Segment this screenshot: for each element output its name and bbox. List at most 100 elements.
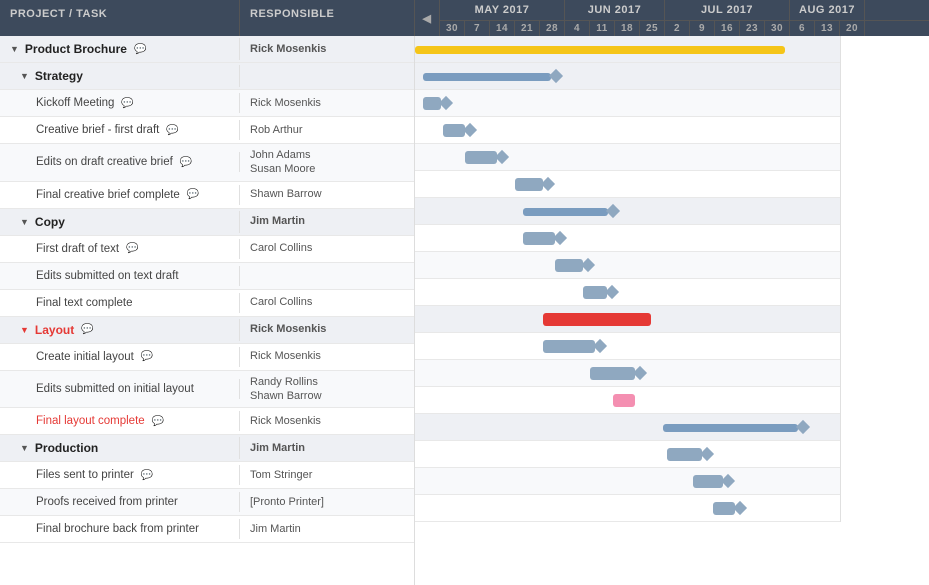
task-responsible: Rick Mosenkis [240, 345, 415, 367]
gantt-bar[interactable] [583, 286, 607, 299]
comment-icon[interactable]: 💬 [166, 125, 178, 136]
responsible-header: RESPONSIBLE [240, 0, 415, 36]
collapse-triangle-icon[interactable]: ▼ [20, 325, 29, 335]
gantt-bar[interactable] [555, 259, 583, 272]
task-row: ▼ Copy Jim Martin [0, 209, 414, 236]
task-responsible: Carol Collins [240, 291, 415, 313]
task-name: Production [35, 441, 98, 455]
task-name-cell: ▼ Layout 💬 [0, 319, 240, 341]
comment-icon[interactable]: 💬 [141, 351, 153, 362]
milestone-diamond-icon [700, 447, 714, 461]
gantt-bar[interactable] [663, 424, 798, 432]
milestone-diamond-icon [633, 366, 647, 380]
task-name: First draft of text [36, 243, 119, 255]
gantt-header: PROJECT / TASK RESPONSIBLE ◀ MAY 2017JUN… [0, 0, 929, 36]
day-cell: 4 [565, 21, 590, 36]
task-name: Strategy [35, 69, 83, 83]
gantt-bar[interactable] [667, 448, 702, 461]
comment-icon[interactable]: 💬 [180, 157, 192, 168]
milestone-diamond-icon [605, 285, 619, 299]
gantt-body: ▼ Product Brochure 💬 Rick Mosenkis ▼ Strategy… [0, 36, 929, 585]
chart-row [415, 252, 840, 279]
task-row: Final text completeCarol Collins [0, 290, 414, 317]
comment-icon[interactable]: 💬 [126, 243, 138, 254]
task-name-cell: ▼ Strategy [0, 65, 240, 87]
gantt-bar[interactable] [465, 151, 497, 164]
month-label: MAY 2017 [440, 0, 565, 20]
task-row: Edits submitted on text draft [0, 263, 414, 290]
task-row: Final brochure back from printerJim Mart… [0, 516, 414, 543]
task-name-cell: Final layout complete💬 [0, 411, 240, 431]
task-name-cell: ▼ Product Brochure 💬 [0, 38, 240, 60]
task-responsible: Shawn Barrow [240, 183, 415, 205]
responsible-header-label: RESPONSIBLE [250, 8, 334, 20]
day-cell: 2 [665, 21, 690, 36]
task-row: First draft of text 💬 Carol Collins [0, 236, 414, 263]
comment-icon[interactable]: 💬 [152, 416, 164, 427]
gantt-bar[interactable] [423, 97, 441, 110]
day-cell: 28 [540, 21, 565, 36]
task-row: Creative brief - first draft💬Rob Arthur [0, 117, 414, 144]
task-responsible: John AdamsSusan Moore [240, 144, 415, 181]
gantt-bar[interactable] [415, 46, 785, 54]
day-cell: 18 [615, 21, 640, 36]
chart-row [415, 495, 840, 522]
gantt-bar[interactable] [590, 367, 635, 380]
collapse-triangle-icon[interactable]: ▼ [20, 71, 29, 81]
day-cell: 16 [715, 21, 740, 36]
task-name-cell: Edits submitted on text draft [0, 266, 240, 286]
chart-rows [415, 36, 929, 522]
gantt-bar[interactable] [543, 340, 595, 353]
chart-row [415, 144, 840, 171]
day-cell: 25 [640, 21, 665, 36]
milestone-diamond-icon [606, 204, 620, 218]
task-row: Edits on draft creative brief💬John Adams… [0, 144, 414, 182]
task-name-cell: First draft of text 💬 [0, 239, 240, 259]
gantt-bar[interactable] [423, 73, 551, 81]
task-responsible: Jim Martin [240, 210, 415, 232]
task-name: Product Brochure [25, 42, 127, 56]
chart-row [415, 360, 840, 387]
day-cell: 7 [465, 21, 490, 36]
comment-icon[interactable]: 💬 [81, 324, 93, 335]
comment-icon[interactable]: 💬 [141, 470, 153, 481]
nav-back-button[interactable]: ◀ [415, 0, 440, 36]
task-name-cell: Final text complete [0, 293, 240, 313]
gantt-bar[interactable] [613, 394, 635, 407]
comment-icon[interactable]: 💬 [187, 189, 199, 200]
collapse-triangle-icon[interactable]: ▼ [10, 44, 19, 54]
gantt-bar[interactable] [515, 178, 543, 191]
gantt-bar[interactable] [713, 502, 735, 515]
milestone-diamond-icon [796, 420, 810, 434]
nav-arrow-icon[interactable]: ◀ [423, 12, 432, 25]
task-responsible: Carol Collins [240, 237, 415, 259]
milestone-diamond-icon [721, 474, 735, 488]
day-cell: 6 [790, 21, 815, 36]
task-responsible: Randy RollinsShawn Barrow [240, 371, 415, 408]
day-row: 30714212841118252916233061320 [440, 21, 929, 36]
gantt-bar[interactable] [523, 208, 608, 216]
task-row: Final creative brief complete💬Shawn Barr… [0, 182, 414, 209]
day-cell: 30 [440, 21, 465, 36]
task-name: Files sent to printer [36, 469, 134, 481]
day-cell: 14 [490, 21, 515, 36]
task-name-cell: Final creative brief complete💬 [0, 185, 240, 205]
gantt-bar[interactable] [693, 475, 723, 488]
comment-icon[interactable]: 💬 [134, 44, 146, 55]
task-row: ▼ Strategy [0, 63, 414, 90]
task-list: ▼ Product Brochure 💬 Rick Mosenkis ▼ Strategy… [0, 36, 415, 585]
task-row: Proofs received from printer[Pronto Prin… [0, 489, 414, 516]
task-name: Layout [35, 323, 74, 337]
task-name: Final brochure back from printer [36, 523, 199, 535]
task-name: Kickoff Meeting [36, 97, 114, 109]
gantt-bar[interactable] [443, 124, 465, 137]
task-responsible: Tom Stringer [240, 464, 415, 486]
task-name: Copy [35, 215, 65, 229]
gantt-bar[interactable] [543, 313, 651, 326]
collapse-triangle-icon[interactable]: ▼ [20, 443, 29, 453]
day-cell: 13 [815, 21, 840, 36]
collapse-triangle-icon[interactable]: ▼ [20, 217, 29, 227]
comment-icon[interactable]: 💬 [121, 98, 133, 109]
gantt-bar[interactable] [523, 232, 555, 245]
task-responsible: Rick Mosenkis [240, 38, 415, 60]
